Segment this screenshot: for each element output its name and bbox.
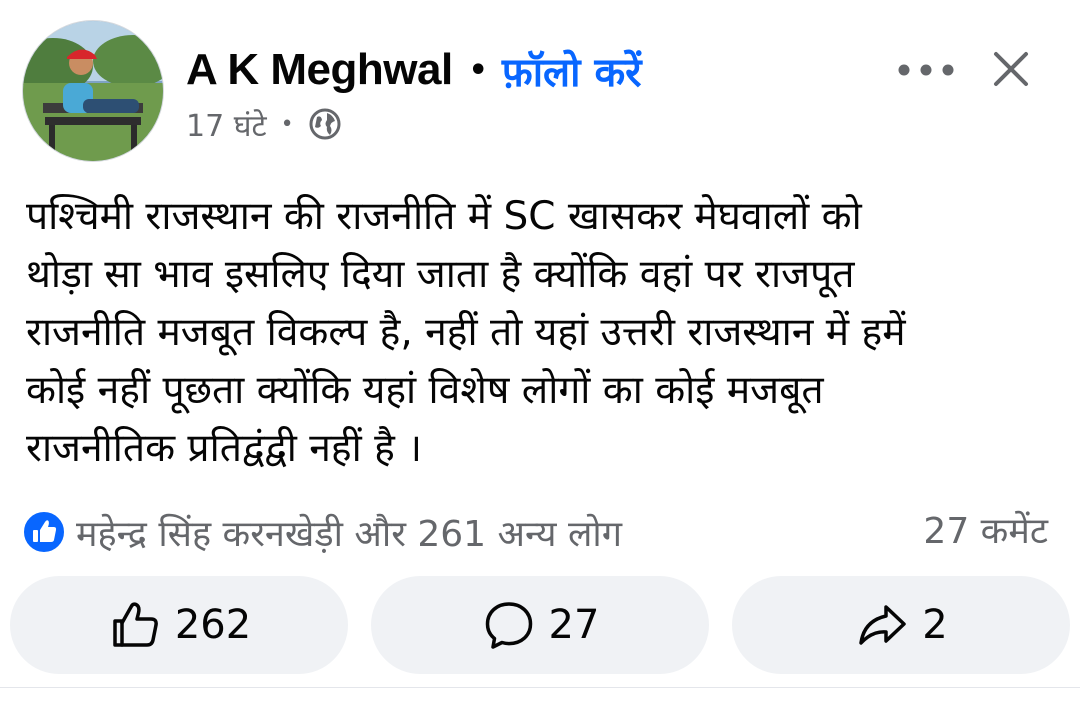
share-count: 2	[922, 602, 948, 648]
reactions-summary[interactable]: महेन्द्र सिंह करनखेड़ी और 261 अन्य लोग	[22, 504, 622, 560]
close-icon	[994, 52, 1028, 86]
separator-dot: •	[280, 111, 294, 137]
comment-button[interactable]: 27	[371, 576, 709, 674]
follow-button[interactable]: फ़ॉलो करें	[502, 43, 642, 98]
more-options-button[interactable]	[894, 50, 958, 90]
post-time[interactable]: 17 घंटे	[186, 104, 267, 145]
comment-icon	[485, 602, 532, 649]
more-icon	[898, 64, 954, 76]
divider	[0, 687, 1080, 688]
like-button[interactable]: 262	[10, 576, 348, 674]
share-button[interactable]: 2	[732, 576, 1070, 674]
close-button[interactable]	[988, 46, 1034, 92]
like-badge-icon	[22, 510, 66, 554]
reactions-text: महेन्द्र सिंह करनखेड़ी और 261 अन्य लोग	[76, 513, 622, 555]
globe-icon	[308, 107, 342, 141]
author-line: A K Meghwal • फ़ॉलो करें	[186, 42, 642, 98]
author-avatar[interactable]	[22, 20, 164, 162]
author-name[interactable]: A K Meghwal	[186, 45, 453, 95]
comment-count: 27	[548, 602, 600, 648]
post-text: पश्चिमी राजस्थान की राजनीति में SC खासकर…	[26, 194, 906, 471]
share-arrow-icon	[859, 605, 907, 645]
like-count: 262	[174, 602, 252, 648]
comments-count[interactable]: 27 कमेंट	[923, 504, 1048, 560]
post-meta: 17 घंटे •	[186, 104, 342, 144]
separator-dot: •	[468, 52, 488, 88]
thumbs-up-icon	[113, 602, 158, 647]
avatar-photo	[23, 21, 163, 161]
